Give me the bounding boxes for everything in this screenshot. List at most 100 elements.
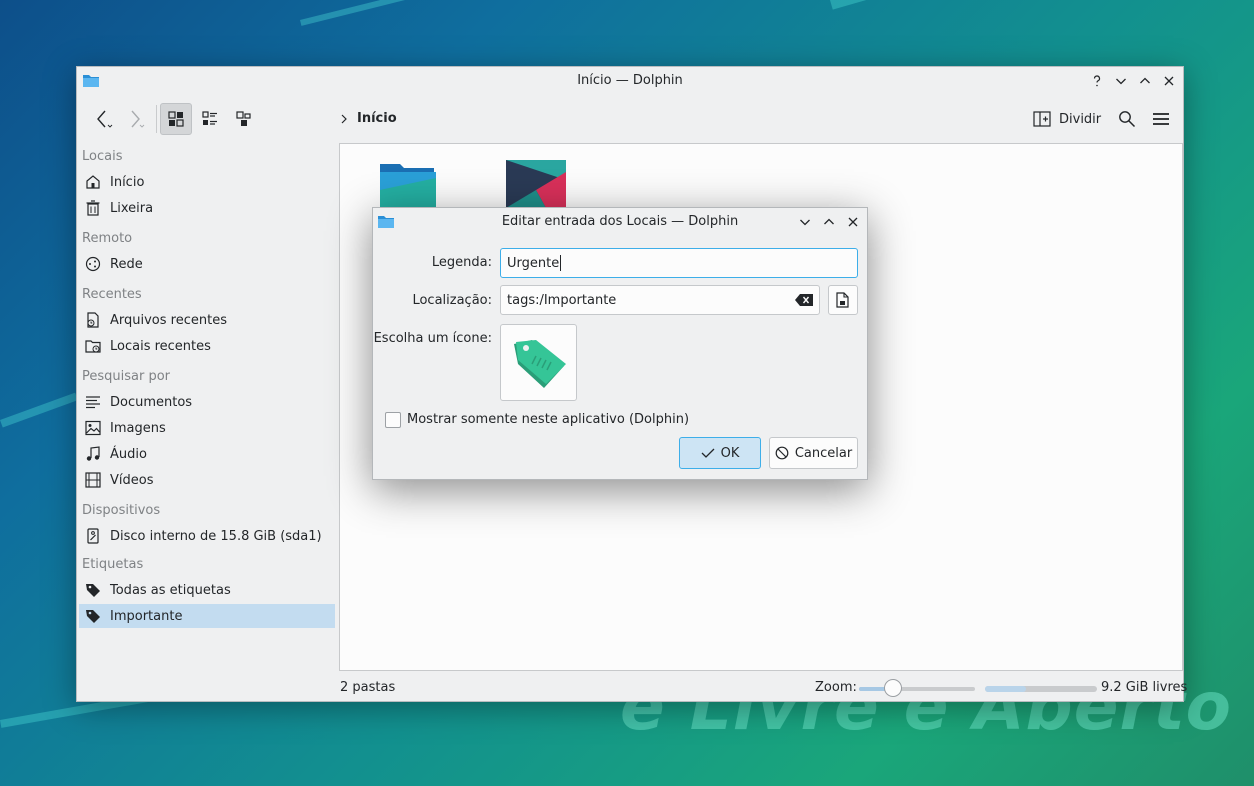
zoom-slider-handle[interactable] — [884, 679, 902, 697]
sidebar-item-label: Disco interno de 15.8 GiB (sda1) — [110, 528, 322, 544]
close-icon — [1164, 76, 1174, 86]
split-button[interactable]: Dividir — [1033, 105, 1101, 133]
location-input-value: tags:/Importante — [507, 292, 617, 308]
icon-picker-button[interactable] — [500, 324, 577, 401]
sidebar-item-locais-recentes[interactable]: Locais recentes — [79, 334, 335, 358]
cancel-icon — [775, 446, 789, 460]
sidebar-item-importante[interactable]: Importante — [79, 604, 335, 628]
status-bar: 2 pastas Zoom: 9.2 GiB livres — [339, 677, 1187, 699]
document-icon — [84, 393, 102, 411]
forward-button[interactable] — [121, 103, 149, 135]
sidebar-item-disco-interno[interactable]: Disco interno de 15.8 GiB (sda1) — [79, 524, 335, 548]
sidebar-item-imagens[interactable]: Imagens — [79, 416, 335, 440]
sidebar-item-label: Imagens — [110, 420, 166, 436]
icon-label: Escolha um ícone: — [373, 331, 492, 346]
sidebar-header-recentes: Recentes — [82, 287, 142, 302]
dialog-titlebar[interactable]: Editar entrada dos Locais — Dolphin — [373, 208, 867, 236]
show-only-in-app-checkbox[interactable] — [385, 412, 401, 428]
dialog-close-button[interactable] — [843, 212, 863, 232]
split-view-icon — [1033, 111, 1051, 127]
breadcrumb[interactable]: Início — [339, 111, 397, 126]
location-label: Localização: — [412, 293, 492, 308]
free-space-bar — [985, 686, 1097, 692]
sidebar-item-videos[interactable]: Vídeos — [79, 468, 335, 492]
zoom-label: Zoom: — [815, 680, 857, 695]
sidebar-header-locais: Locais — [82, 149, 123, 164]
sidebar-item-rede[interactable]: Rede — [79, 252, 335, 276]
hamburger-menu-button[interactable] — [1147, 103, 1175, 135]
main-toolbar: Início Dividir — [77, 97, 1183, 141]
close-button[interactable] — [1159, 71, 1179, 91]
browse-location-button[interactable] — [828, 285, 858, 315]
folder-count: 2 pastas — [340, 680, 396, 695]
clear-text-icon[interactable] — [795, 294, 813, 306]
sidebar-item-label: Importante — [110, 608, 183, 624]
compact-view-button[interactable] — [229, 103, 259, 135]
sidebar-item-label: Áudio — [110, 446, 147, 462]
video-icon — [84, 471, 102, 489]
wallpaper-streak — [300, 0, 787, 26]
drive-icon — [84, 527, 102, 545]
maximize-button[interactable] — [1135, 71, 1155, 91]
recent-files-icon — [84, 311, 102, 329]
window-titlebar[interactable]: Início — Dolphin — [77, 67, 1183, 95]
window-title: Início — Dolphin — [577, 73, 683, 88]
sidebar-item-lixeira[interactable]: Lixeira — [79, 196, 335, 220]
breadcrumb-item[interactable]: Início — [357, 111, 397, 126]
location-input[interactable]: tags:/Importante — [500, 285, 820, 315]
chevron-right-icon — [341, 114, 347, 123]
help-icon — [1093, 75, 1101, 87]
search-button[interactable] — [1113, 103, 1141, 135]
sidebar-header-dispositivos: Dispositivos — [82, 503, 161, 518]
sidebar-item-label: Todas as etiquetas — [110, 582, 231, 598]
show-only-in-app-label[interactable]: Mostrar somente neste aplicativo (Dolphi… — [407, 412, 689, 427]
sidebar-item-audio[interactable]: Áudio — [79, 442, 335, 466]
arrow-left-icon — [97, 110, 113, 128]
sidebar-item-arquivos-recentes[interactable]: Arquivos recentes — [79, 308, 335, 332]
network-icon — [84, 255, 102, 273]
image-file-icon[interactable] — [506, 160, 566, 208]
music-icon — [84, 445, 102, 463]
chevron-down-icon — [1116, 78, 1126, 85]
caption-input-value: Urgente — [507, 255, 560, 271]
icons-view-button[interactable] — [160, 103, 192, 135]
cancel-button[interactable]: Cancelar — [769, 437, 858, 469]
sidebar-item-label: Arquivos recentes — [110, 312, 227, 328]
details-view-icon — [202, 111, 217, 125]
folder-icon[interactable] — [378, 160, 438, 208]
sidebar-item-label: Vídeos — [110, 472, 154, 488]
tag-icon — [513, 339, 566, 388]
sidebar-header-remoto: Remoto — [82, 231, 133, 246]
caption-input[interactable]: Urgente — [500, 248, 858, 278]
zoom-slider[interactable] — [859, 687, 975, 691]
sidebar-item-documentos[interactable]: Documentos — [79, 390, 335, 414]
chevron-down-icon — [800, 219, 810, 226]
tag-icon — [84, 607, 102, 625]
sidebar-item-todas-etiquetas[interactable]: Todas as etiquetas — [79, 578, 335, 602]
details-view-button[interactable] — [195, 103, 225, 135]
text-cursor — [560, 255, 562, 271]
grid-view-icon — [168, 111, 184, 127]
caption-label: Legenda: — [431, 255, 492, 270]
trash-icon — [84, 199, 102, 217]
tag-icon — [84, 581, 102, 599]
dialog-maximize-button[interactable] — [819, 212, 839, 232]
wallpaper-streak — [830, 0, 1237, 10]
ok-button[interactable]: OK — [679, 437, 761, 469]
hamburger-icon — [1153, 113, 1169, 125]
dialog-minimize-button[interactable] — [795, 212, 815, 232]
split-label: Dividir — [1059, 111, 1102, 127]
minimize-button[interactable] — [1111, 71, 1131, 91]
sidebar-item-inicio[interactable]: Início — [79, 170, 335, 194]
document-open-icon — [836, 292, 849, 308]
sidebar-item-label: Lixeira — [110, 200, 154, 216]
back-button[interactable] — [89, 103, 117, 135]
wallpaper-streak — [0, 392, 78, 428]
check-icon — [701, 448, 715, 458]
search-icon — [1119, 111, 1136, 128]
recent-places-icon — [84, 337, 102, 355]
ok-button-label: OK — [720, 445, 740, 461]
help-button[interactable] — [1087, 71, 1107, 91]
sidebar-header-etiquetas: Etiquetas — [82, 557, 144, 572]
chevron-up-icon — [824, 218, 834, 225]
